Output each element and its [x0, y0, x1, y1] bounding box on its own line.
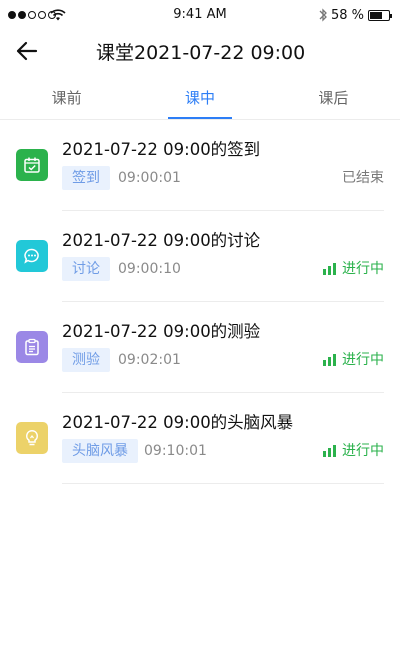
battery-percent: 58 % — [330, 8, 364, 23]
signal-bars-icon — [323, 263, 336, 275]
status-live: 进行中 — [323, 348, 384, 372]
clipboard-icon — [16, 331, 48, 363]
status-bar: 9:41 AM 58 % — [0, 0, 400, 32]
item-time: 09:00:10 — [118, 261, 181, 277]
item-type-tag: 测验 — [62, 348, 110, 372]
bluetooth-icon — [319, 8, 327, 22]
activity-list: 2021-07-22 09:00的签到 签到 09:00:01 已结束 2021… — [0, 120, 400, 484]
list-item-discussion[interactable]: 2021-07-22 09:00的讨论 讨论 09:00:10 进行中 — [16, 211, 384, 302]
status-label: 已结束 — [342, 170, 384, 186]
lightbulb-icon — [16, 422, 48, 454]
list-item-signin[interactable]: 2021-07-22 09:00的签到 签到 09:00:01 已结束 — [16, 120, 384, 211]
tab-bar: 课前 课中 课后 — [0, 80, 400, 120]
status-live: 进行中 — [323, 439, 384, 463]
tab-in-class[interactable]: 课中 — [133, 80, 266, 119]
item-title: 2021-07-22 09:00的测验 — [62, 322, 261, 341]
status-label: 进行中 — [342, 261, 384, 277]
item-title: 2021-07-22 09:00的讨论 — [62, 231, 261, 250]
list-item-quiz[interactable]: 2021-07-22 09:00的测验 测验 09:02:01 进行中 — [16, 302, 384, 393]
item-type-tag: 讨论 — [62, 257, 110, 281]
item-type-tag: 头脑风暴 — [62, 439, 138, 463]
battery-icon — [368, 10, 392, 21]
nav-bar: 课堂2021-07-22 09:00 — [0, 32, 400, 72]
arrow-left-icon[interactable] — [14, 38, 40, 64]
item-title: 2021-07-22 09:00的头脑风暴 — [62, 413, 294, 432]
item-type-tag: 签到 — [62, 166, 110, 190]
calendar-check-icon — [16, 149, 48, 181]
status-label: 进行中 — [342, 352, 384, 368]
page-title: 课堂2021-07-22 09:00 — [96, 42, 306, 64]
status-live: 进行中 — [323, 257, 384, 281]
signal-bars-icon — [323, 445, 336, 457]
item-time: 09:10:01 — [144, 443, 207, 459]
signal-bars-icon — [323, 354, 336, 366]
item-time: 09:00:01 — [118, 170, 181, 186]
status-ended: 已结束 — [342, 166, 384, 190]
chat-bubble-icon — [16, 240, 48, 272]
tab-before-class[interactable]: 课前 — [0, 80, 133, 119]
app-screen: 9:41 AM 58 % 课堂2021-07-22 09:00 课前 课中 课后 — [0, 0, 400, 660]
list-item-brainstorm[interactable]: 2021-07-22 09:00的头脑风暴 头脑风暴 09:10:01 进行中 — [16, 393, 384, 484]
item-title: 2021-07-22 09:00的签到 — [62, 140, 261, 159]
tab-after-class[interactable]: 课后 — [267, 80, 400, 119]
item-time: 09:02:01 — [118, 352, 181, 368]
status-label: 进行中 — [342, 443, 384, 459]
